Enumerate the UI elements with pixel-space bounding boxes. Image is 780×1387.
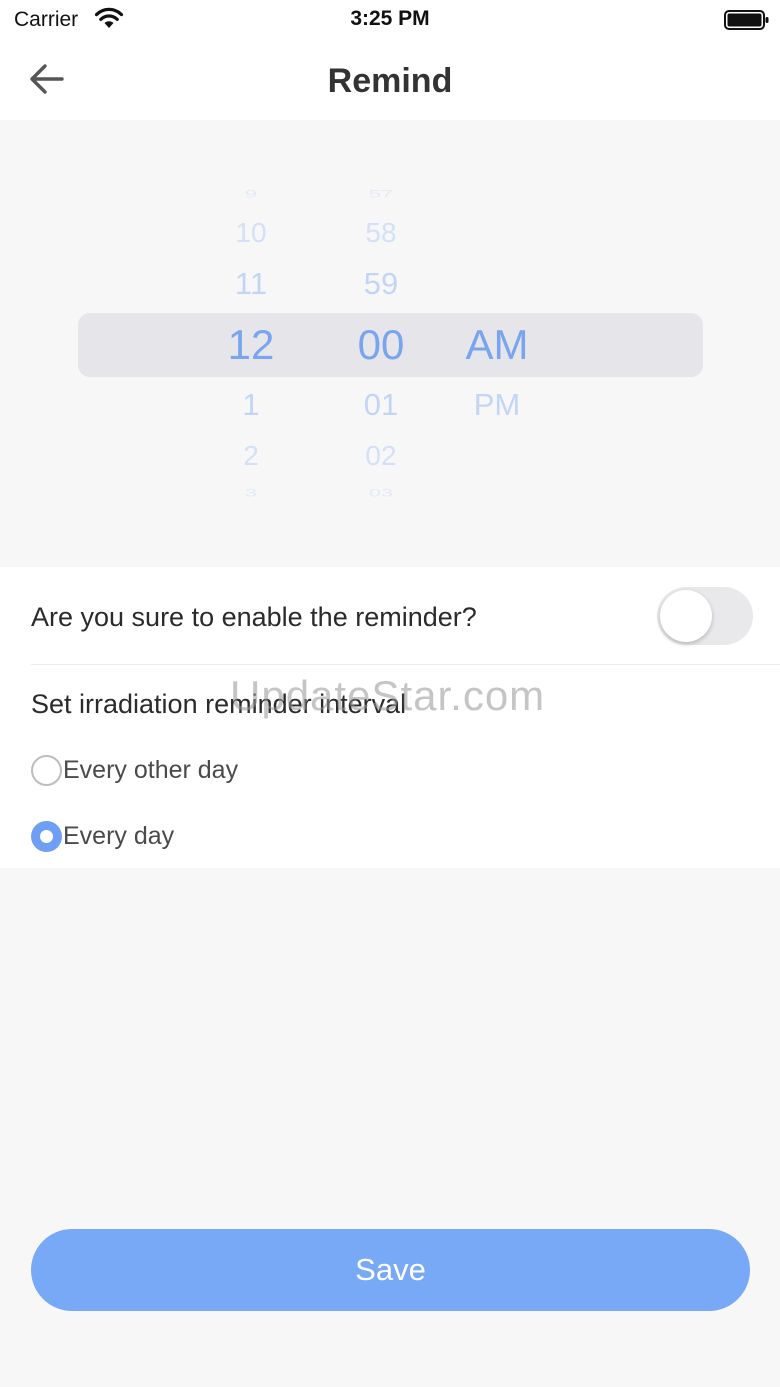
radio-checked-icon[interactable]	[31, 820, 62, 852]
enable-reminder-label: Are you sure to enable the reminder?	[31, 602, 477, 632]
status-time: 3:25 PM	[350, 7, 430, 30]
option-label: Every other day	[63, 755, 239, 784]
minute-option[interactable]: 01	[336, 389, 426, 420]
hour-option[interactable]: 3	[206, 487, 296, 499]
minute-wheel[interactable]: 57 58 59 00 01 02 03	[336, 120, 426, 567]
minute-option[interactable]: 57	[336, 188, 426, 200]
period-option-selected[interactable]: AM	[452, 324, 542, 366]
hour-option-selected[interactable]: 12	[206, 324, 296, 366]
toggle-knob	[660, 590, 712, 642]
minute-option[interactable]: 58	[336, 219, 426, 247]
hour-wheel[interactable]: 9 10 11 12 1 2 3	[206, 120, 296, 567]
save-button[interactable]: Save	[31, 1229, 750, 1311]
battery-icon	[724, 10, 769, 30]
page-title: Remind	[327, 62, 453, 100]
time-picker[interactable]: 9 10 11 12 1 2 3 57 58 59 00 01 02 03 AM…	[0, 120, 780, 567]
hour-option[interactable]: 2	[206, 442, 296, 470]
period-option[interactable]: PM	[452, 389, 542, 420]
hour-option[interactable]: 11	[206, 268, 296, 299]
divider	[31, 664, 780, 665]
hour-option[interactable]: 1	[206, 389, 296, 420]
status-bar: Carrier 3:25 PM	[0, 0, 780, 40]
period-wheel[interactable]: AM PM	[452, 120, 542, 567]
watermark: UpdateStar.com	[230, 672, 546, 719]
minute-option-selected[interactable]: 00	[336, 324, 426, 366]
minute-option[interactable]: 02	[336, 442, 426, 470]
hour-option[interactable]: 9	[206, 188, 296, 200]
option-every-day[interactable]: Every day	[31, 819, 174, 853]
nav-bar: Remind	[0, 40, 780, 120]
hour-option[interactable]: 10	[206, 219, 296, 247]
option-label: Every day	[63, 821, 175, 850]
minute-option[interactable]: 03	[336, 487, 426, 499]
option-every-other-day[interactable]: Every other day	[31, 753, 238, 787]
minute-option[interactable]: 59	[336, 268, 426, 299]
radio-unchecked-icon[interactable]	[31, 754, 62, 786]
enable-reminder-toggle[interactable]	[657, 587, 753, 645]
